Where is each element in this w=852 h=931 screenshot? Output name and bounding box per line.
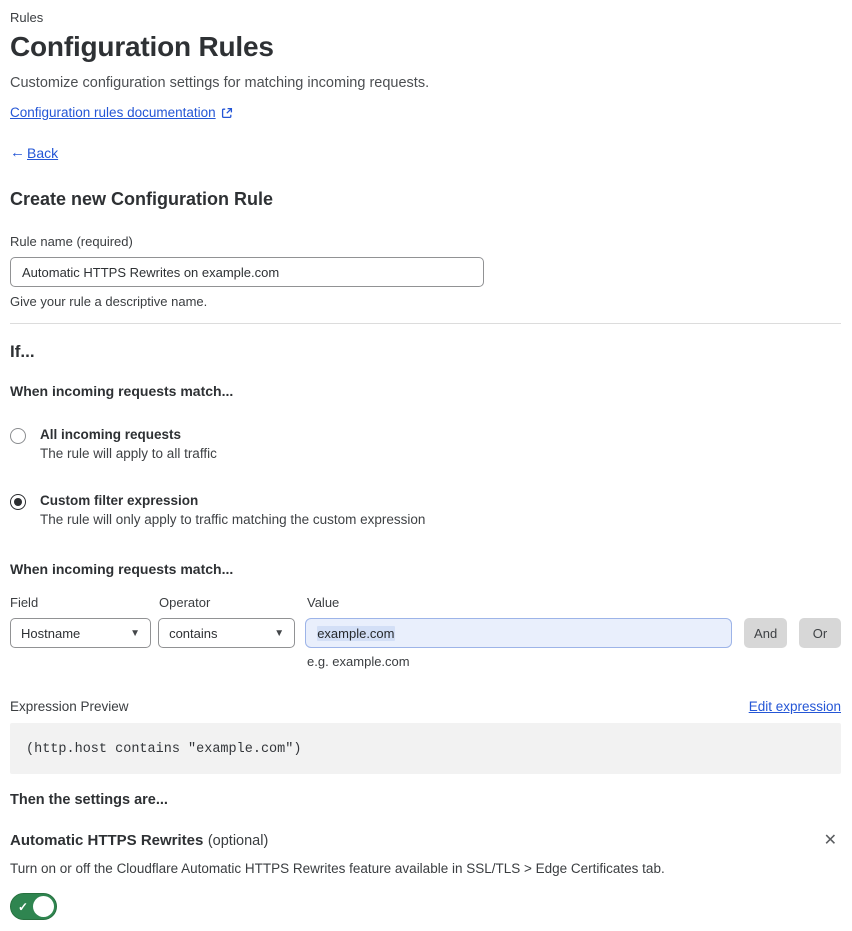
caret-down-icon: ▼ xyxy=(274,627,285,639)
page-subtitle: Customize configuration settings for mat… xyxy=(10,75,430,91)
radio-unselected-icon[interactable] xyxy=(10,428,26,444)
breadcrumb: Rules xyxy=(10,10,44,25)
documentation-link-label: Configuration rules documentation xyxy=(10,105,216,120)
radio-option-text: Custom filter expression The rule will o… xyxy=(40,493,425,527)
match-heading: When incoming requests match... xyxy=(10,383,234,399)
rule-name-input[interactable] xyxy=(10,257,484,287)
back-link-label: Back xyxy=(27,144,59,161)
rule-name-help: Give your rule a descriptive name. xyxy=(10,294,208,309)
field-select-value: Hostname xyxy=(21,625,81,641)
expression-preview-label: Expression Preview xyxy=(10,699,129,714)
caret-down-icon: ▼ xyxy=(130,627,141,639)
setting-title: Automatic HTTPS Rewrites (optional) xyxy=(10,832,268,850)
expression-builder-labels: Field Operator Value xyxy=(10,595,841,610)
field-label: Field xyxy=(10,595,39,610)
back-row: ← Back xyxy=(10,144,841,161)
close-icon[interactable]: ✕ xyxy=(820,831,841,851)
value-label: Value xyxy=(307,595,340,610)
setting-optional-label: (optional) xyxy=(207,833,269,849)
doc-link-row: Configuration rules documentation xyxy=(10,105,841,120)
or-button[interactable]: Or xyxy=(799,618,842,648)
and-button[interactable]: And xyxy=(744,618,788,648)
create-rule-title: Create new Configuration Rule xyxy=(10,189,274,209)
value-help: e.g. example.com xyxy=(307,654,410,669)
page-title: Configuration Rules xyxy=(10,31,274,62)
setting-header: Automatic HTTPS Rewrites (optional) ✕ xyxy=(10,831,841,851)
documentation-link[interactable]: Configuration rules documentation xyxy=(10,105,233,120)
expression-builder-row: Hostname ▼ contains ▼ example.com And Or xyxy=(10,618,842,648)
expression-preview-code: (http.host contains "example.com") xyxy=(10,723,841,774)
setting-description: Turn on or off the Cloudflare Automatic … xyxy=(10,861,665,876)
radio-option-label: All incoming requests xyxy=(40,427,182,442)
radio-option-description: The rule will only apply to traffic matc… xyxy=(40,512,426,527)
edit-expression-link[interactable]: Edit expression xyxy=(749,699,841,714)
expression-builder-heading: When incoming requests match... xyxy=(10,561,234,577)
setting-name: Automatic HTTPS Rewrites xyxy=(10,832,204,849)
radio-selected-icon[interactable] xyxy=(10,494,26,510)
if-section-title: If... xyxy=(10,342,35,361)
check-icon: ✓ xyxy=(18,899,29,914)
operator-label: Operator xyxy=(159,595,211,610)
section-divider xyxy=(10,323,841,324)
toggle-knob xyxy=(33,896,54,917)
value-input-text: example.com xyxy=(317,625,395,641)
rule-name-label: Rule name (required) xyxy=(10,234,133,249)
then-section-title: Then the settings are... xyxy=(10,792,168,808)
operator-select[interactable]: contains ▼ xyxy=(158,618,296,648)
radio-option-text: All incoming requests The rule will appl… xyxy=(40,427,217,461)
back-link[interactable]: ← Back xyxy=(10,144,58,161)
operator-select-value: contains xyxy=(169,625,218,641)
automatic-https-rewrites-toggle[interactable]: ✓ xyxy=(10,893,57,920)
radio-option-all-incoming-requests[interactable]: All incoming requests The rule will appl… xyxy=(10,427,841,461)
radio-option-custom-filter-expression[interactable]: Custom filter expression The rule will o… xyxy=(10,493,841,527)
expression-text: (http.host contains "example.com") xyxy=(26,742,302,757)
radio-option-description: The rule will apply to all traffic xyxy=(40,446,217,461)
expression-preview-row: Expression Preview Edit expression xyxy=(10,699,841,714)
value-input[interactable]: example.com xyxy=(305,618,733,648)
field-select[interactable]: Hostname ▼ xyxy=(10,618,152,648)
radio-option-label: Custom filter expression xyxy=(40,493,199,508)
configuration-rules-page: Rules Configuration Rules Customize conf… xyxy=(0,0,852,931)
back-arrow-icon: ← xyxy=(10,144,25,161)
external-link-icon xyxy=(221,107,233,119)
